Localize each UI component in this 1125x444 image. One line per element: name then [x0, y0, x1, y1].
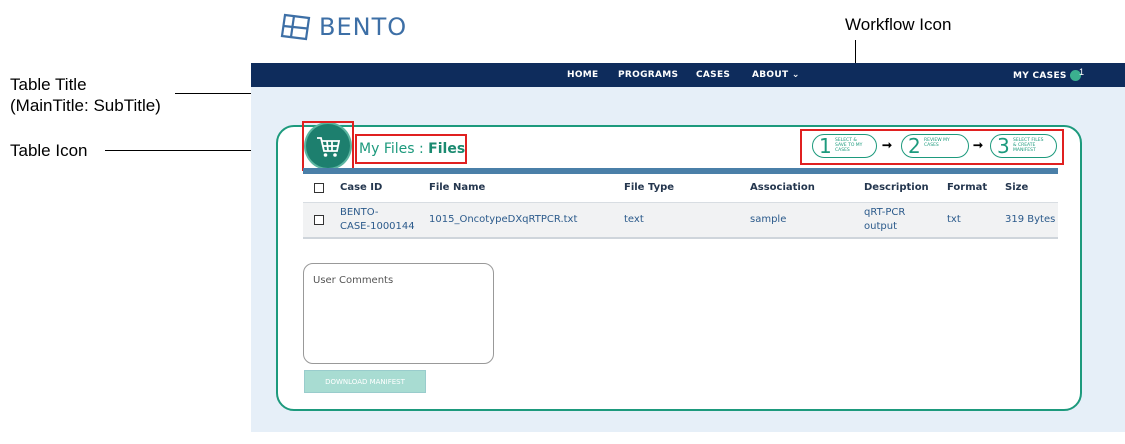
column-header-case-id[interactable]: Case ID — [340, 182, 382, 193]
user-comments-textarea[interactable]: User Comments — [303, 263, 494, 364]
column-header-size[interactable]: Size — [1005, 182, 1028, 193]
cell-case-id-line: BENTO- — [340, 207, 379, 218]
cell-description: qRT-PCR output — [864, 206, 905, 234]
table-title-highlight — [355, 134, 467, 164]
download-manifest-button[interactable]: DOWNLOAD MANIFEST — [304, 370, 426, 393]
workflow-highlight — [800, 129, 1064, 165]
cell-case-id[interactable]: BENTO- CASE-1000144 — [340, 206, 415, 234]
table-icon-highlight — [302, 121, 354, 171]
table-header-bar — [303, 168, 1058, 174]
top-navbar: HOME PROGRAMS CASES ABOUT ⌄ MY CASES 1 — [251, 63, 1125, 87]
app-logo[interactable]: BENTO — [279, 12, 407, 42]
cell-description-line: output — [864, 221, 897, 232]
nav-programs[interactable]: PROGRAMS — [618, 70, 678, 80]
my-cases-label: MY CASES — [1013, 71, 1067, 81]
cell-description-line: qRT-PCR — [864, 207, 906, 218]
cell-association: sample — [750, 214, 787, 225]
column-header-format[interactable]: Format — [947, 182, 987, 193]
column-header-file-name[interactable]: File Name — [429, 182, 485, 193]
cell-case-id-line: CASE-1000144 — [340, 221, 415, 232]
logo-text: BENTO — [319, 13, 408, 41]
annotation-table-title-sub: (MainTitle: SubTitle) — [10, 96, 161, 115]
cell-format: txt — [947, 214, 961, 225]
cell-file-name[interactable]: 1015_OncotypeDXqRTPCR.txt — [429, 213, 577, 227]
nav-my-cases[interactable]: MY CASES — [1013, 70, 1081, 81]
column-header-file-type[interactable]: File Type — [624, 182, 674, 193]
table-row[interactable] — [303, 202, 1058, 239]
cell-file-type: text — [624, 214, 644, 225]
nav-home[interactable]: HOME — [567, 70, 599, 80]
column-header-association[interactable]: Association — [750, 182, 815, 193]
annotation-table-title: Table Title — [10, 75, 87, 94]
user-comments-placeholder: User Comments — [313, 275, 394, 286]
nav-about[interactable]: ABOUT ⌄ — [752, 70, 800, 80]
annotation-table-icon: Table Icon — [10, 141, 88, 160]
row-checkbox[interactable] — [314, 215, 324, 225]
annotation-workflow-icon: Workflow Icon — [845, 15, 952, 34]
bento-box-icon — [280, 13, 311, 41]
column-header-description[interactable]: Description — [864, 182, 929, 193]
nav-cases[interactable]: CASES — [696, 70, 730, 80]
select-all-checkbox[interactable] — [314, 183, 324, 193]
cell-size: 319 Bytes — [1005, 214, 1056, 225]
cart-count: 1 — [1079, 67, 1085, 77]
